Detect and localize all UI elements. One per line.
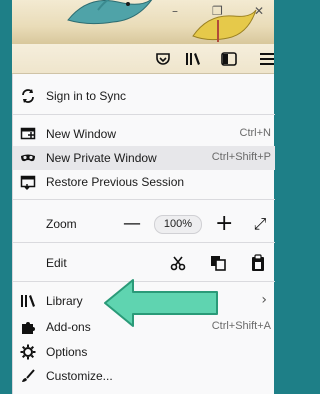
menu-item-zoom: Zoom — 100% + ⤢ <box>13 212 275 236</box>
zoom-reset-button[interactable]: 100% <box>154 215 202 234</box>
menu-item-label: New Window <box>46 127 117 141</box>
zoom-out-button[interactable]: — <box>123 212 141 236</box>
menu-separator <box>13 242 275 243</box>
menu-item-new-window[interactable]: New Window Ctrl+N <box>13 122 275 146</box>
hamburger-menu-icon[interactable] <box>258 50 276 68</box>
new-window-icon <box>20 127 36 140</box>
menu-item-label: Restore Previous Session <box>46 175 185 189</box>
menu-item-label: New Private Window <box>46 151 157 165</box>
menu-item-label: Zoom <box>46 217 77 231</box>
menu-item-label: Edit <box>46 256 67 270</box>
menu-separator <box>13 199 275 200</box>
annotation-arrow <box>104 279 218 327</box>
menu-item-restore-session[interactable]: Restore Previous Session <box>13 170 275 194</box>
theme-header: – ❐ ✕ <box>12 0 274 44</box>
app-menu-panel: Sign in to Sync New Window Ctrl+N New Pr… <box>12 74 275 394</box>
library-icon[interactable] <box>184 50 202 68</box>
menu-item-label: Add-ons <box>46 320 91 334</box>
menu-item-label: Sign in to Sync <box>46 89 127 103</box>
menu-separator <box>13 114 275 115</box>
restore-session-icon <box>20 175 36 190</box>
paste-icon[interactable] <box>249 254 267 272</box>
menu-item-customize[interactable]: Customize... <box>13 364 275 388</box>
sync-icon <box>22 89 34 103</box>
bird-illustration <box>67 0 153 25</box>
menu-item-label: Library <box>46 294 83 308</box>
menu-item-edit: Edit <box>13 251 275 275</box>
paintbrush-icon <box>22 369 35 382</box>
menu-item-sync[interactable]: Sign in to Sync <box>13 84 275 108</box>
fullscreen-button[interactable]: ⤢ <box>251 212 269 236</box>
sidebar-icon[interactable] <box>220 50 238 68</box>
navigation-toolbar <box>12 44 274 74</box>
yellow-bird-illustration <box>192 9 257 42</box>
minimize-button[interactable]: – <box>172 4 178 18</box>
copy-icon[interactable] <box>209 254 227 272</box>
pocket-icon[interactable] <box>154 50 172 68</box>
menu-item-options[interactable]: Options <box>13 340 275 364</box>
restore-button[interactable]: ❐ <box>212 4 223 18</box>
library-icon <box>21 295 35 307</box>
private-mask-icon <box>21 154 35 162</box>
chevron-right-icon: › <box>261 292 267 308</box>
menu-item-label: Customize... <box>46 369 113 383</box>
cut-icon[interactable] <box>169 254 187 272</box>
menu-item-label: Options <box>46 345 88 359</box>
zoom-in-button[interactable]: + <box>215 212 233 236</box>
close-window-button[interactable]: ✕ <box>254 4 264 18</box>
gear-icon <box>20 344 36 360</box>
shortcut-label: Ctrl+Shift+P <box>211 151 271 163</box>
puzzle-piece-icon <box>22 322 35 334</box>
shortcut-label: Ctrl+N <box>239 127 271 139</box>
menu-item-new-private-window[interactable]: New Private Window Ctrl+Shift+P <box>13 146 275 170</box>
